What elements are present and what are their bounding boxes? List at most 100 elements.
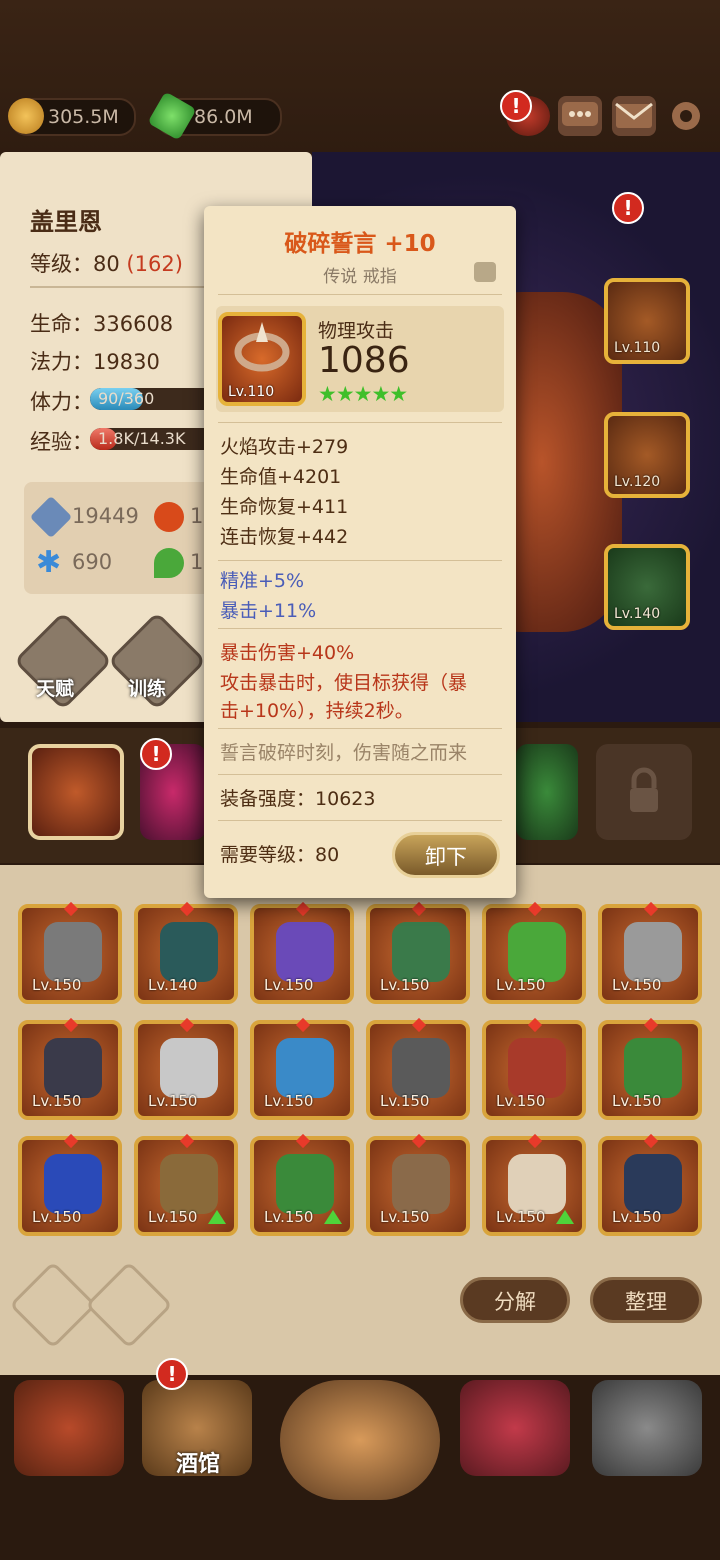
inventory-item[interactable]: Lv.150 [598,1017,702,1120]
new-mark-icon [179,901,195,917]
item-stat: 生命恢复+411 [220,496,349,518]
sort-button[interactable]: 整理 [590,1277,702,1323]
chat-bubble-icon [562,102,598,126]
nav-forge-button[interactable] [592,1380,702,1476]
item-tooltip: 破碎誓言 +10 传说 戒指 Lv.110 物理攻击 1086 ★★★★★ 火焰… [204,206,516,898]
item-art [276,1154,334,1214]
hat-icon [474,262,496,282]
item-stat-blue: 精准+5% [220,570,305,592]
nav-home-button[interactable] [14,1380,124,1476]
item-power: 装备强度：10623 [220,788,376,810]
inventory-item[interactable]: Lv.150 [598,1133,702,1236]
inventory-item[interactable]: Lv.150 [18,1133,122,1236]
top-bar: 305.5M 86.0M ! [0,0,720,160]
new-mark-icon [643,1017,659,1033]
inventory-item[interactable]: Lv.150 [18,901,122,1004]
upgrade-arrow-icon [208,1210,226,1224]
alert-badge-icon: ! [156,1358,188,1390]
inventory-item[interactable]: Lv.150 [482,1017,586,1120]
gear-icon [672,102,700,130]
coin-counter[interactable]: 305.5M [8,98,136,136]
inventory-item[interactable]: Lv.150 [598,901,702,1004]
nav-adventure-button[interactable] [280,1380,440,1500]
item-art [392,922,450,982]
hero-portrait-selected[interactable] [28,744,124,840]
new-mark-icon [643,901,659,917]
new-mark-icon [411,1017,427,1033]
inventory-item[interactable]: Lv.150 [366,1017,470,1120]
item-subtitle: 传说 戒指 [323,267,397,287]
hero-portrait[interactable] [516,744,578,840]
item-art [508,1038,566,1098]
hero-hp: 生命：336608 [30,312,174,336]
item-art [44,1154,102,1214]
disassemble-button[interactable]: 分解 [460,1277,570,1323]
settings-icon[interactable] [664,96,708,136]
inventory-item[interactable]: Lv.140 [134,901,238,1004]
envelope-icon [615,102,653,128]
item-art [508,1154,566,1214]
new-mark-icon [527,1133,543,1149]
new-mark-icon [179,1017,195,1033]
item-stat-blue: 暴击+11% [220,600,317,622]
equip-slot-ring[interactable]: Lv.110 [604,278,690,364]
gem-value: 86.0M [194,106,253,128]
inventory-item[interactable]: Lv.150 [134,1133,238,1236]
item-art [392,1038,450,1098]
hero-level: 等级：80 (162) [30,252,183,276]
equip-slot-armor[interactable]: Lv.120 [604,412,690,498]
main-stat-label: 物理攻击 [318,320,395,342]
flavor-text: 誓言破碎时刻，伤害随之而来 [220,742,468,764]
inventory-item[interactable]: Lv.150 [482,901,586,1004]
item-art [624,1038,682,1098]
inventory-item[interactable]: Lv.150 [250,1133,354,1236]
new-mark-icon [643,1133,659,1149]
item-art [44,1038,102,1098]
chat-icon[interactable] [558,96,602,136]
nav-shop-button[interactable] [460,1380,570,1476]
new-mark-icon [527,1017,543,1033]
mail-icon[interactable] [612,96,656,136]
sword-icon [29,495,73,539]
hero-name: 盖里恩 [30,208,102,236]
train-button[interactable]: 训练 [107,611,207,712]
item-stat: 连击恢复+442 [220,526,349,548]
snowflake-icon: ✱ [36,545,62,580]
item-art [624,922,682,982]
inventory-item[interactable]: Lv.150 [250,1017,354,1120]
leaf-icon [154,548,184,578]
special-effect: 暴击伤害+40% [220,642,355,664]
talent-button[interactable]: 天赋 [13,611,113,712]
upgrade-arrow-icon [324,1210,342,1224]
inventory-item[interactable]: Lv.150 [482,1133,586,1236]
new-mark-icon [63,1133,79,1149]
item-art [276,922,334,982]
hero-mana: 法力：19830 [30,350,160,374]
inventory-item[interactable]: Lv.150 [366,1133,470,1236]
inventory-item[interactable]: Lv.150 [366,901,470,1004]
equip-slot-book[interactable]: Lv.140 [604,544,690,630]
new-mark-icon [295,901,311,917]
item-art [624,1154,682,1214]
unequip-button[interactable]: 卸下 [392,832,500,878]
inventory-item[interactable]: Lv.150 [18,1017,122,1120]
new-mark-icon [63,901,79,917]
inventory-item[interactable]: Lv.150 [250,901,354,1004]
hero-slot-locked[interactable] [596,744,692,840]
new-mark-icon [179,1133,195,1149]
item-stat: 生命值+4201 [220,466,342,488]
new-mark-icon [411,901,427,917]
inventory-item[interactable]: Lv.150 [134,1017,238,1120]
item-art [392,1154,450,1214]
new-mark-icon [295,1133,311,1149]
item-art [276,1038,334,1098]
item-title: 破碎誓言 +10 [284,231,436,257]
item-icon: Lv.110 [218,312,306,406]
item-art [160,1038,218,1098]
coin-value: 305.5M [48,106,119,128]
leaf-gem-icon [147,91,197,141]
item-art [160,922,218,982]
nav-tavern-label: 酒馆 [176,1452,221,1477]
gem-counter[interactable]: 86.0M [147,91,282,141]
required-level: 需要等级：80 [220,844,340,866]
